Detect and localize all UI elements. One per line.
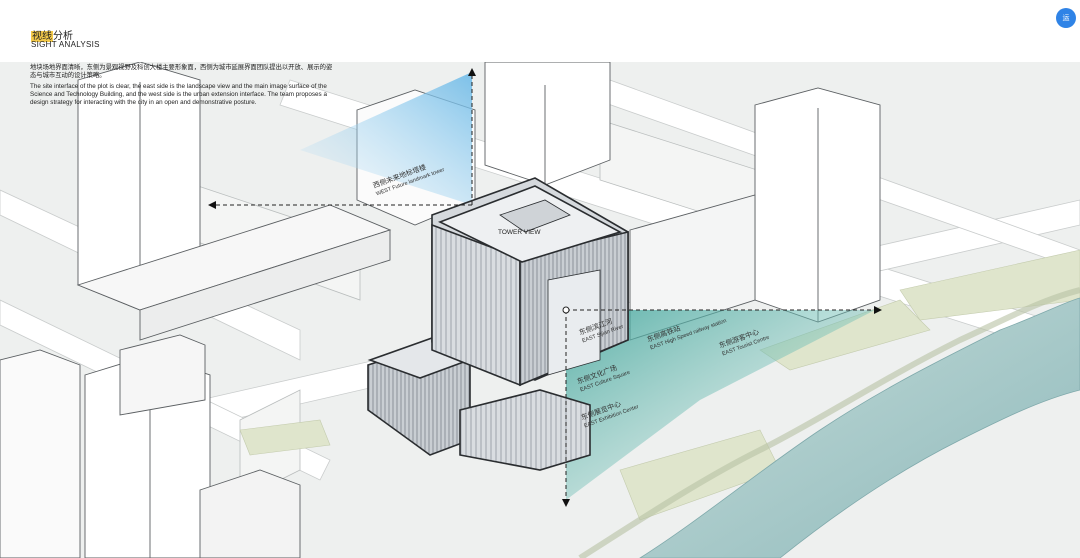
site-axonometric: TOWER VIEW 西侧未来地标塔楼 WEST Future landmark… <box>0 62 1080 558</box>
chart-button[interactable]: 运 <box>1056 8 1076 28</box>
chart-icon: 运 <box>1062 15 1070 22</box>
description-cn: 地块场地界面清晰，东侧为景观视野及科创大楼主要形象面，西侧为城市延展界面团队提出… <box>30 64 333 79</box>
description-block: 地块场地界面清晰，东侧为景观视野及科创大楼主要形象面，西侧为城市延展界面团队提出… <box>30 64 335 110</box>
viewpoint-marker <box>562 306 570 314</box>
tower-view-label: TOWER VIEW <box>498 229 541 236</box>
description-en: The site interface of the plot is clear,… <box>30 83 327 106</box>
page-header: 视线分析 SIGHT ANALYSIS 运 <box>0 0 1080 62</box>
page-title-en: SIGHT ANALYSIS <box>31 40 100 49</box>
